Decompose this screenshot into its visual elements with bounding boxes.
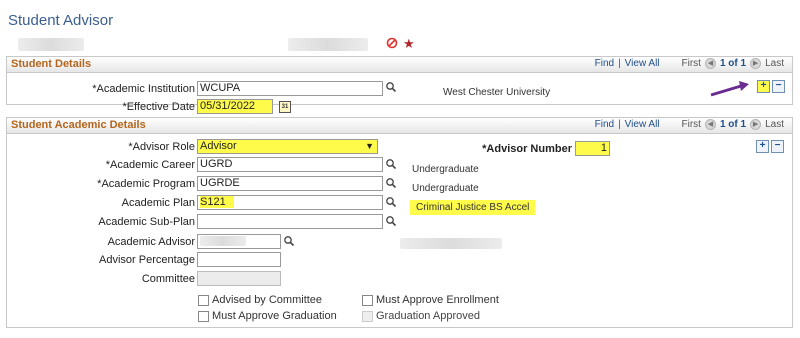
advisor-lookup-icon[interactable] <box>283 235 295 250</box>
must-approve-graduation-label: Must Approve Graduation <box>212 310 337 322</box>
subplan-lookup-icon[interactable] <box>385 215 397 230</box>
academic-subplan-input[interactable] <box>197 214 383 229</box>
student-details-section: Student Details Find | View All First ◀ … <box>6 56 793 105</box>
committee-label: Committee <box>141 273 195 285</box>
star-icon: ★ <box>403 36 415 51</box>
academic-advisor-input[interactable] <box>197 234 281 249</box>
checkbox-box <box>198 294 209 306</box>
nav-separator: | <box>618 119 621 130</box>
student-details-header: Student Details Find | View All First ◀ … <box>7 57 792 73</box>
effective-date-label: *Effective Date <box>122 101 195 113</box>
institution-description: West Chester University <box>443 87 551 98</box>
redacted-advisor-id <box>200 236 246 247</box>
student-details-nav: Find | View All First ◀ 1 of 1 ▶ Last <box>595 58 784 69</box>
program-description: Undergraduate <box>412 183 479 194</box>
first-label: First <box>681 58 701 69</box>
academic-subplan-label: Academic Sub-Plan <box>98 216 195 228</box>
remove-row-icon[interactable]: − <box>771 140 784 153</box>
academic-details-header: Student Academic Details Find | View All… <box>7 118 792 134</box>
advisor-role-value: Advisor <box>200 140 237 152</box>
pointer-arrow-icon <box>709 80 751 101</box>
academic-plan-label: Academic Plan <box>121 197 195 209</box>
add-row-icon[interactable]: + <box>756 140 769 153</box>
checkbox-box <box>362 294 373 306</box>
career-description: Undergraduate <box>412 164 479 175</box>
institution-lookup-icon[interactable] <box>385 81 397 96</box>
plan-lookup-icon[interactable] <box>385 196 397 211</box>
academic-plan-input[interactable]: S121 <box>197 195 383 210</box>
academic-details-nav: Find | View All First ◀ 1 of 1 ▶ Last <box>595 119 784 130</box>
previous-icon[interactable]: ◀ <box>704 58 716 69</box>
checkbox-box <box>362 310 373 322</box>
academic-program-input[interactable]: UGRDE <box>197 176 383 191</box>
plan-description: Criminal Justice BS Accel <box>410 200 536 215</box>
must-approve-enrollment-label: Must Approve Enrollment <box>376 294 499 306</box>
advisor-number-label: *Advisor Number <box>482 143 572 155</box>
advisor-role-label: *Advisor Role <box>128 141 195 153</box>
advised-by-committee-label: Advised by Committee <box>212 294 323 306</box>
academic-program-label: *Academic Program <box>97 178 195 190</box>
advised-by-committee-checkbox[interactable]: Advised by Committee <box>198 294 322 306</box>
redacted-advisor-name <box>400 238 502 249</box>
program-lookup-icon[interactable] <box>385 177 397 192</box>
page-title: Student Advisor <box>8 12 114 29</box>
view-all-link[interactable]: View All <box>625 58 660 69</box>
committee-input <box>197 271 281 286</box>
view-all-link[interactable]: View All <box>625 119 660 130</box>
graduation-approved-label: Graduation Approved <box>376 310 480 322</box>
academic-institution-label: *Academic Institution <box>92 83 195 95</box>
nav-separator: | <box>618 58 621 69</box>
add-row-icon[interactable]: + <box>757 80 770 93</box>
must-approve-enrollment-checkbox[interactable]: Must Approve Enrollment <box>362 294 499 306</box>
next-icon[interactable]: ▶ <box>750 58 762 69</box>
redacted-student-id <box>18 38 84 51</box>
academic-advisor-label: Academic Advisor <box>107 236 195 248</box>
academic-details-title: Student Academic Details <box>11 119 146 131</box>
find-link[interactable]: Find <box>595 119 614 130</box>
chevron-down-icon: ▼ <box>365 141 374 151</box>
calendar-icon[interactable]: 31 <box>279 101 291 113</box>
row-count: 1 of 1 <box>719 119 747 130</box>
redacted-student-name <box>288 38 368 51</box>
effective-date-input[interactable]: 05/31/2022 <box>197 99 273 114</box>
academic-career-label: *Academic Career <box>105 159 195 171</box>
advisor-percentage-input[interactable] <box>197 252 281 267</box>
remove-row-icon[interactable]: − <box>772 80 785 93</box>
graduation-approved-checkbox: Graduation Approved <box>362 310 480 322</box>
previous-icon[interactable]: ◀ <box>704 119 716 130</box>
academic-plan-value: S121 <box>200 196 234 208</box>
career-lookup-icon[interactable] <box>385 158 397 173</box>
last-label: Last <box>765 58 784 69</box>
academic-career-input[interactable]: UGRD <box>197 157 383 172</box>
student-details-title: Student Details <box>11 58 92 70</box>
academic-institution-input[interactable]: WCUPA <box>197 81 383 96</box>
first-label: First <box>681 119 701 130</box>
row-count: 1 of 1 <box>719 58 747 69</box>
checkbox-box <box>198 310 209 322</box>
next-icon[interactable]: ▶ <box>750 119 762 130</box>
find-link[interactable]: Find <box>595 58 614 69</box>
advisor-percentage-label: Advisor Percentage <box>99 254 195 266</box>
warning-icon <box>386 37 398 52</box>
advisor-number-input[interactable]: 1 <box>575 141 610 156</box>
last-label: Last <box>765 119 784 130</box>
must-approve-graduation-checkbox[interactable]: Must Approve Graduation <box>198 310 337 322</box>
advisor-role-select[interactable]: Advisor ▼ <box>197 139 378 154</box>
